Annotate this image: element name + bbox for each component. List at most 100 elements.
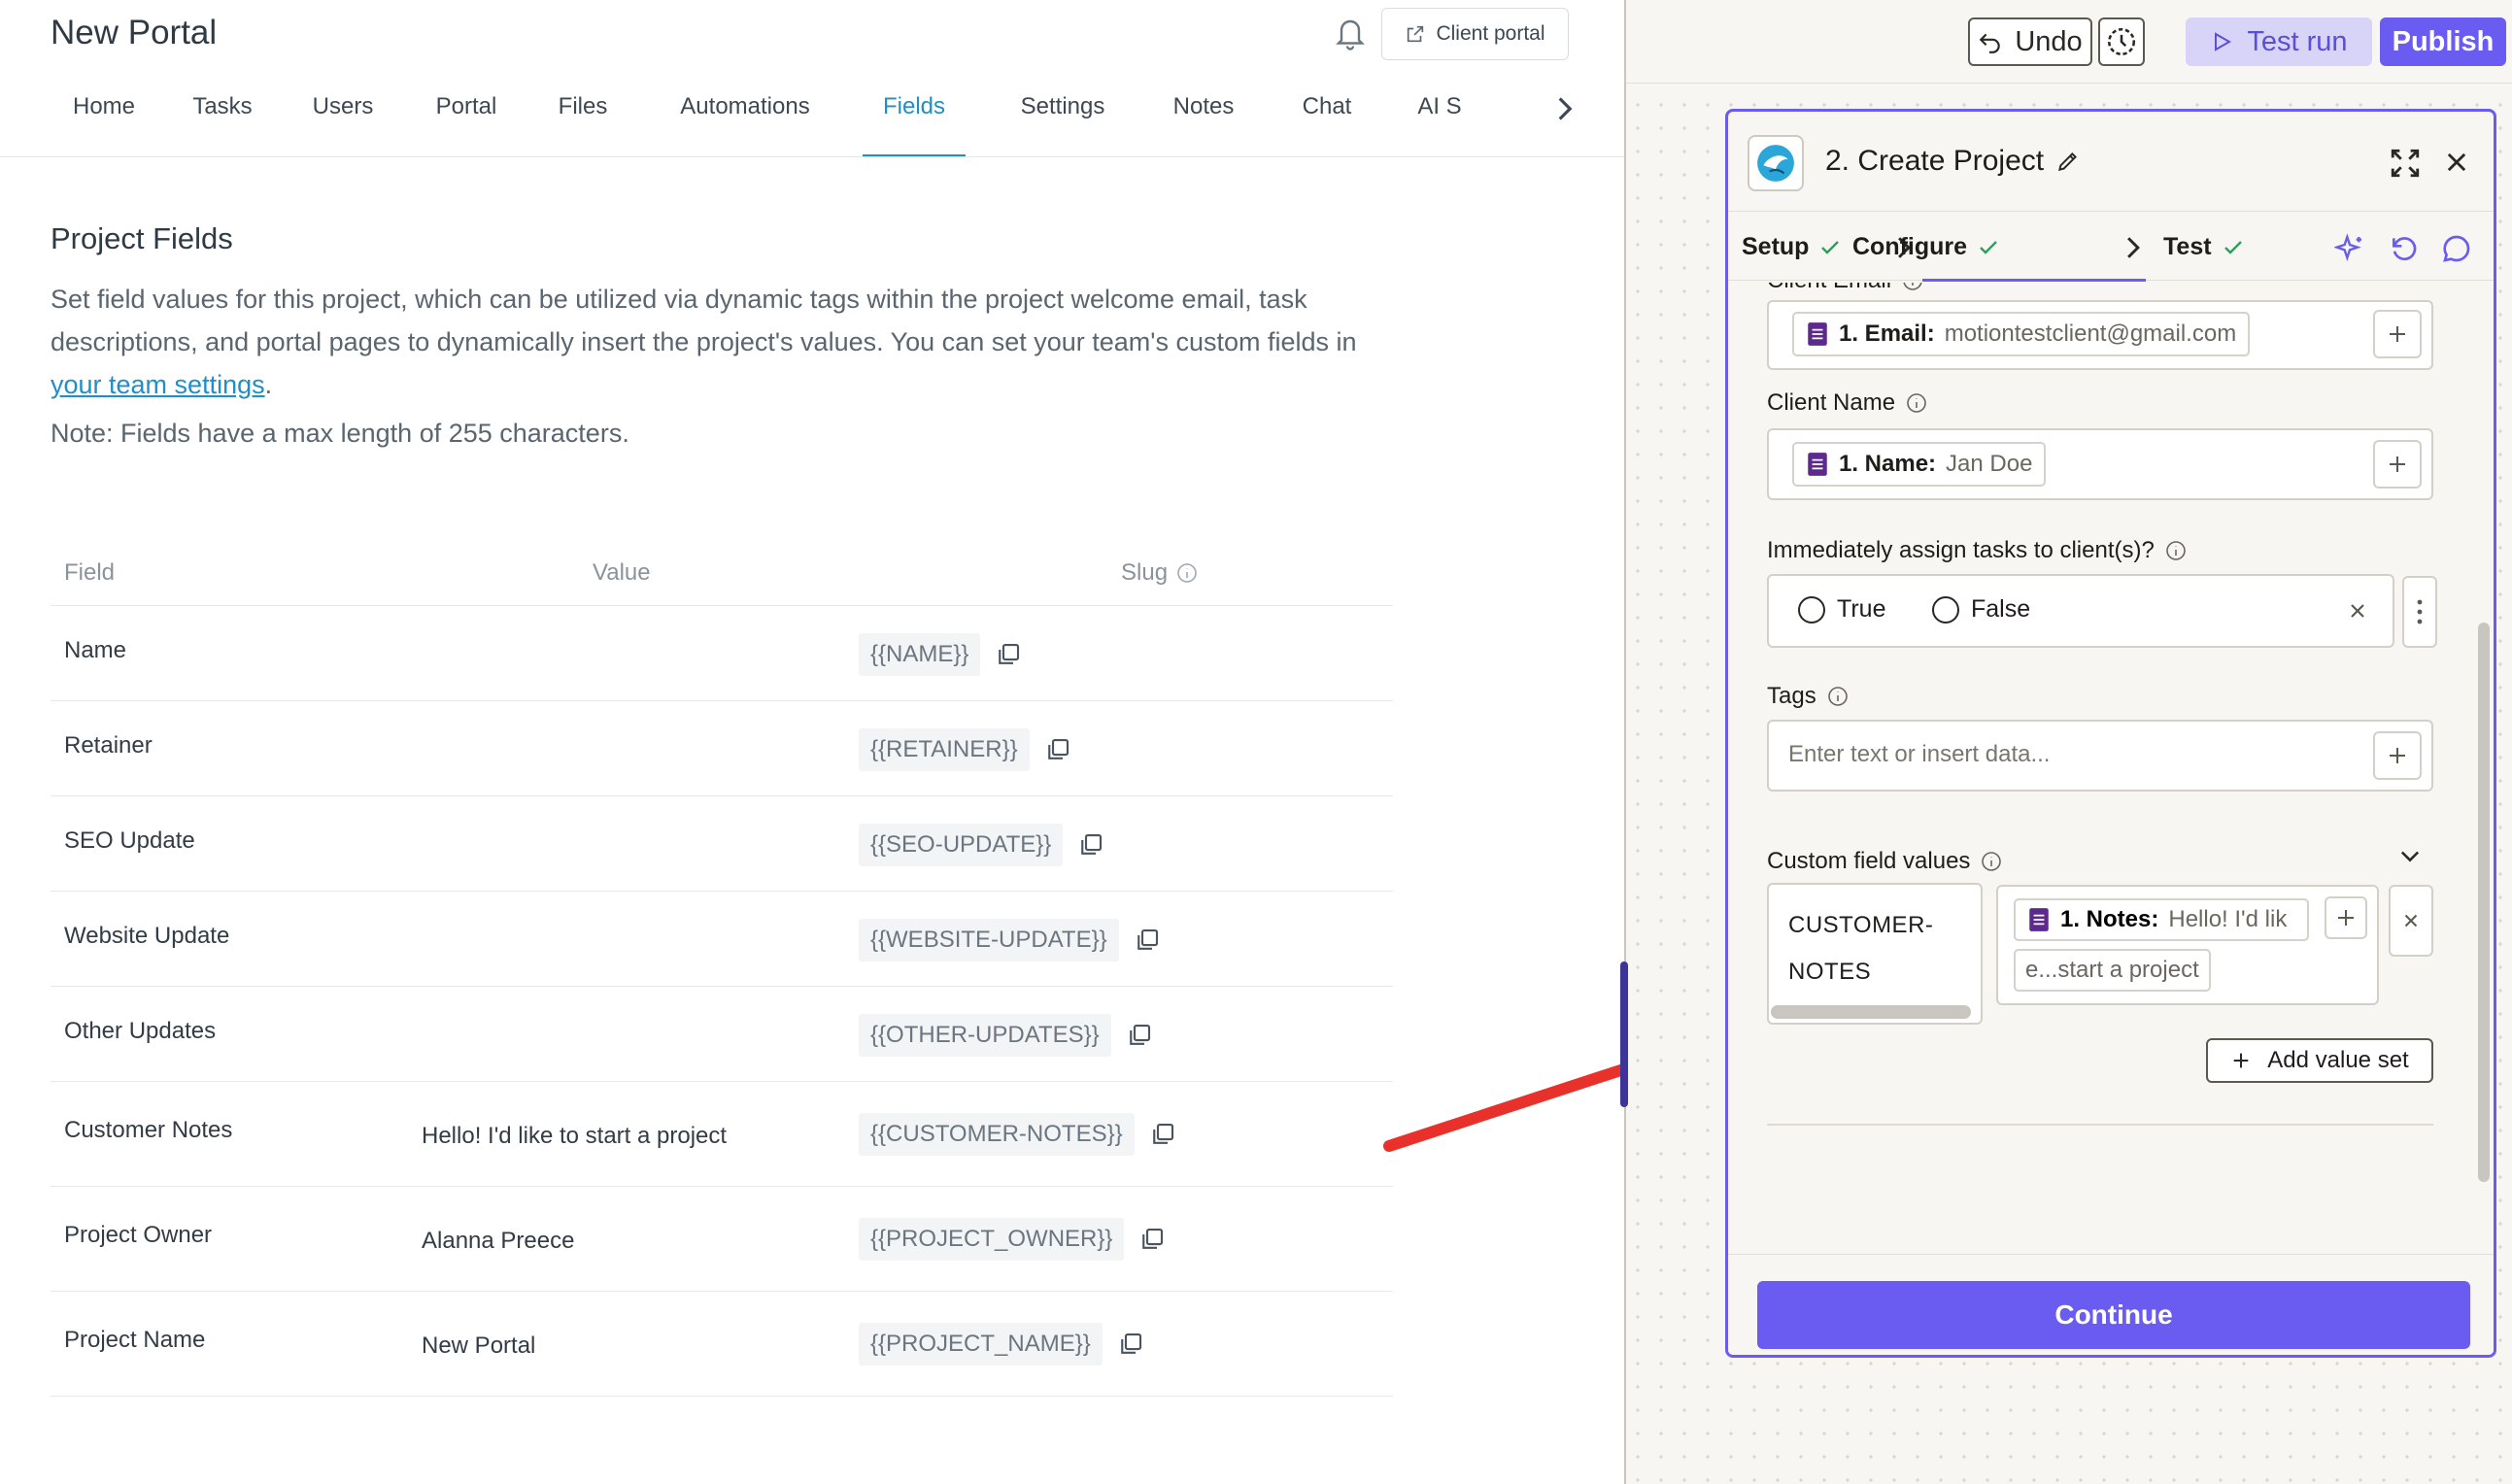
slug-cell: {{RETAINER}}: [859, 728, 1072, 771]
radio-true[interactable]: True: [1798, 595, 1885, 624]
tab-portal[interactable]: Portal: [433, 80, 499, 157]
assign-tasks-field: True False: [1767, 574, 2394, 648]
horizontal-scrollbar[interactable]: [1771, 1005, 1971, 1019]
chevron-right-icon[interactable]: [1554, 95, 1576, 122]
data-pill-continuation[interactable]: e...start a project: [2014, 949, 2211, 992]
client-portal-button[interactable]: Client portal: [1381, 8, 1569, 60]
tab-bar: Home Tasks Users Portal Files Automation…: [70, 80, 1463, 157]
tab-chat[interactable]: Chat: [1300, 80, 1354, 157]
info-icon[interactable]: [1901, 283, 1924, 292]
slug-cell: {{OTHER-UPDATES}}: [859, 1014, 1154, 1057]
tab-fields[interactable]: Fields: [863, 80, 966, 157]
divider: [0, 156, 1624, 157]
dialog-title[interactable]: 2. Create Project: [1825, 145, 2081, 178]
active-tab-indicator: [1922, 279, 2146, 282]
publish-button[interactable]: Publish: [2380, 17, 2506, 66]
data-pill[interactable]: 1. Notes: Hello! I'd lik: [2014, 898, 2309, 941]
plus-icon: [2390, 748, 2405, 763]
field-value[interactable]: Alanna Preece: [422, 1228, 574, 1255]
continue-button[interactable]: Continue: [1757, 1281, 2470, 1349]
info-icon[interactable]: [1826, 685, 1850, 708]
radio-false[interactable]: False: [1932, 595, 2030, 624]
copy-icon[interactable]: [1137, 1225, 1167, 1254]
table-row: Other Updates {{OTHER-UPDATES}}: [51, 987, 1393, 1082]
tab-files[interactable]: Files: [556, 80, 610, 157]
undo-button[interactable]: Undo: [1968, 17, 2092, 66]
app-logo: [1748, 135, 1804, 191]
bell-icon[interactable]: [1333, 14, 1368, 52]
tab-home[interactable]: Home: [70, 80, 138, 157]
team-settings-link[interactable]: your team settings: [51, 370, 265, 399]
copy-icon[interactable]: [1125, 1021, 1154, 1050]
tab-setup[interactable]: Setup: [1742, 233, 1842, 261]
clear-icon[interactable]: [2346, 599, 2369, 623]
tab-notes[interactable]: Notes: [1170, 80, 1238, 157]
info-icon[interactable]: [1175, 561, 1199, 585]
vertical-scrollbar[interactable]: [2478, 623, 2490, 1182]
custom-field-value[interactable]: 1. Notes: Hello! I'd lik e...start a proj…: [1996, 885, 2379, 1005]
info-icon[interactable]: [1980, 850, 2003, 873]
section-description: Set field values for this project, which…: [51, 285, 1357, 399]
chevron-down-icon[interactable]: [2396, 842, 2424, 869]
pencil-icon[interactable]: [2055, 149, 2081, 174]
field-name: Other Updates: [64, 1018, 217, 1044]
more-options-button[interactable]: [2402, 576, 2437, 648]
history-button[interactable]: [2098, 17, 2145, 66]
tab-settings[interactable]: Settings: [1016, 80, 1109, 157]
sparkle-icon[interactable]: [2334, 233, 2365, 264]
info-icon[interactable]: [2164, 539, 2188, 562]
copy-icon[interactable]: [1043, 735, 1072, 764]
tab-test[interactable]: Test: [2163, 233, 2245, 261]
tab-users[interactable]: Users: [311, 80, 375, 157]
table-row: Customer Notes Hello! I'd like to start a…: [51, 1082, 1393, 1187]
add-value-set-button[interactable]: Add value set: [2206, 1038, 2433, 1083]
slug-tag: {{PROJECT_NAME}}: [859, 1323, 1103, 1366]
tags-input[interactable]: Enter text or insert data...: [1767, 720, 2433, 792]
comment-icon[interactable]: [2441, 233, 2472, 264]
insert-data-button[interactable]: [2325, 896, 2367, 939]
tab-ai[interactable]: AI S: [1416, 80, 1463, 157]
insert-data-button[interactable]: [2373, 310, 2422, 358]
undo-icon: [1980, 33, 2001, 53]
slug-tag: {{OTHER-UPDATES}}: [859, 1014, 1111, 1057]
plus-icon: [2338, 910, 2354, 926]
step-dialog: 2. Create Project Setup Configure Test 1…: [1725, 109, 2496, 1358]
close-icon[interactable]: [2443, 149, 2470, 176]
client-name-label: Client Name: [1767, 389, 1928, 417]
info-icon[interactable]: [1905, 391, 1928, 415]
header-value: Value: [593, 559, 651, 586]
field-value[interactable]: Hello! I'd like to start a project: [422, 1123, 727, 1150]
copy-icon[interactable]: [1148, 1120, 1177, 1149]
custom-field-key[interactable]: CUSTOMER-NOTES: [1767, 883, 1983, 1025]
field-value[interactable]: New Portal: [422, 1332, 535, 1360]
tags-placeholder: Enter text or insert data...: [1788, 741, 2051, 767]
client-email-field[interactable]: 1. Email: motiontestclient@gmail.com: [1767, 300, 2433, 370]
fields-table: Field Value Slug Name {{NAME}} Retainer {{R…: [51, 544, 1393, 1397]
slug-cell: {{PROJECT_OWNER}}: [859, 1218, 1167, 1261]
copy-icon[interactable]: [1116, 1330, 1145, 1359]
client-name-field[interactable]: 1. Name: Jan Doe: [1767, 428, 2433, 500]
check-icon: [1821, 240, 1840, 254]
data-pill[interactable]: 1. Name: Jan Doe: [1792, 442, 2047, 487]
tab-configure-label[interactable]: Configure: [1852, 233, 2000, 261]
copy-icon[interactable]: [994, 640, 1023, 669]
check-icon: [1980, 240, 1997, 254]
panel-edge-handle[interactable]: [1620, 961, 1628, 1107]
expand-icon[interactable]: [2389, 147, 2422, 180]
test-run-button[interactable]: Test run: [2186, 17, 2372, 66]
field-name: Project Owner: [64, 1222, 213, 1248]
refresh-icon[interactable]: [2389, 233, 2420, 264]
tab-tasks[interactable]: Tasks: [190, 80, 255, 157]
insert-data-button[interactable]: [2373, 440, 2422, 489]
close-icon: [2404, 914, 2418, 928]
editor-toolbar: Undo Test run Publish: [1626, 0, 2512, 84]
copy-icon[interactable]: [1076, 830, 1105, 860]
field-name: SEO Update: [64, 827, 195, 854]
table-header: Field Value Slug: [51, 544, 1393, 606]
remove-value-set-button[interactable]: [2389, 885, 2433, 957]
insert-data-button[interactable]: [2373, 731, 2422, 780]
slug-tag: {{SEO-UPDATE}}: [859, 824, 1064, 866]
data-pill[interactable]: 1. Email: motiontestclient@gmail.com: [1792, 312, 2251, 356]
tab-automations[interactable]: Automations: [674, 80, 816, 157]
copy-icon[interactable]: [1133, 926, 1162, 955]
